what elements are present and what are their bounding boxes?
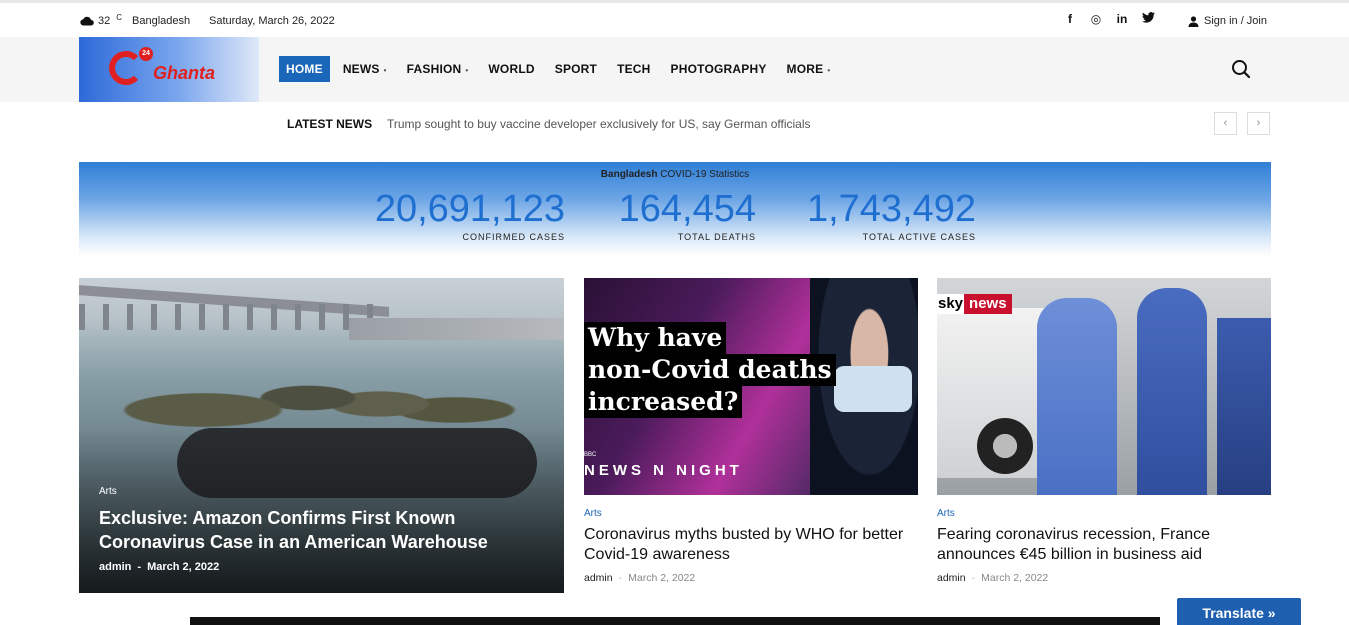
article-author[interactable]: admin xyxy=(584,572,613,584)
nav-item-news[interactable]: NEWS • xyxy=(336,56,394,82)
nav-item-fashion[interactable]: FASHION • xyxy=(400,56,476,82)
instagram-icon[interactable]: ◎ xyxy=(1090,12,1102,26)
stat-confirmed: 20,691,123 CONFIRMED CASES xyxy=(351,188,565,242)
nav-item-label: FASHION xyxy=(406,62,462,76)
dropdown-indicator-icon: • xyxy=(827,66,831,75)
nav-item-home[interactable]: HOME xyxy=(279,56,330,82)
article-date: March 2, 2022 xyxy=(981,572,1049,584)
article-author[interactable]: admin xyxy=(99,561,131,573)
search-icon xyxy=(1232,60,1251,79)
stat-label: TOTAL ACTIVE CASES xyxy=(862,232,976,242)
article-meta: admin - March 2, 2022 xyxy=(937,572,1049,584)
next-section-strip xyxy=(190,617,1160,625)
dropdown-indicator-icon: • xyxy=(383,66,387,75)
stat-deaths: 164,454 TOTAL DEATHS xyxy=(599,188,756,242)
dropdown-indicator-icon: • xyxy=(465,66,469,75)
photo-bridge-pillars xyxy=(79,304,379,330)
nav-item-label: TECH xyxy=(617,62,651,76)
covid-title-suffix: COVID-19 Statistics xyxy=(660,169,750,180)
nav-item-sport[interactable]: SPORT xyxy=(548,56,604,82)
news-ticker: LATEST NEWS Trump sought to buy vaccine … xyxy=(0,102,1349,146)
facebook-icon[interactable]: f xyxy=(1064,12,1076,26)
article-headline[interactable]: Fearing coronavirus recession, France an… xyxy=(937,525,1257,565)
caption-line: Why have xyxy=(584,322,727,354)
top-bar: 32 C Bangladesh Saturday, March 26, 2022 … xyxy=(0,0,1349,37)
news-logo-part: news xyxy=(964,294,1012,314)
weather-widget: 32 C Bangladesh xyxy=(80,12,191,27)
article-category[interactable]: Arts xyxy=(99,486,117,497)
weather-temp: 32 xyxy=(98,15,111,27)
thumbnail-caption: Why have non-Covid deaths increased? xyxy=(584,322,836,418)
article-category[interactable]: Arts xyxy=(937,508,955,519)
weather-unit: C xyxy=(116,12,123,22)
search-button[interactable] xyxy=(1231,59,1253,81)
nav-item-label: MORE xyxy=(786,62,824,76)
nav-item-world[interactable]: WORLD xyxy=(481,56,541,82)
stat-label: CONFIRMED CASES xyxy=(462,232,565,242)
logo-brand: Ghanta xyxy=(153,63,216,83)
ticker-prev-button[interactable]: ‹ xyxy=(1214,112,1237,135)
sign-in-link[interactable]: Sign in / Join xyxy=(1188,15,1267,27)
sign-in-label: Sign in / Join xyxy=(1204,15,1267,27)
weather-location: Bangladesh xyxy=(132,15,191,27)
article-headline[interactable]: Coronavirus myths busted by WHO for bett… xyxy=(584,525,904,565)
stat-label: TOTAL DEATHS xyxy=(677,232,756,242)
linkedin-icon[interactable]: in xyxy=(1116,12,1128,26)
covid-title: Bangladesh COVID-19 Statistics xyxy=(79,169,1271,180)
caption-line: non-Covid deaths xyxy=(584,354,836,386)
article-date: March 2, 2022 xyxy=(147,561,220,573)
stat-value: 1,743,492 xyxy=(806,188,976,230)
featured-article[interactable]: Arts Exclusive: Amazon Confirms First Kn… xyxy=(79,278,564,593)
caption-line: increased? xyxy=(584,386,743,418)
thumbnail-person xyxy=(1137,288,1207,495)
article-card[interactable]: Why have non-Covid deaths increased? BBC… xyxy=(584,278,918,588)
nav-item-photography[interactable]: PHOTOGRAPHY xyxy=(664,56,774,82)
thumbnail-mask xyxy=(834,366,912,412)
article-meta: admin - March 2, 2022 xyxy=(584,572,696,584)
stat-active: 1,743,492 TOTAL ACTIVE CASES xyxy=(779,188,976,242)
social-links: f ◎ in xyxy=(1064,12,1155,26)
nav-item-label: PHOTOGRAPHY xyxy=(670,62,767,76)
site-logo[interactable]: 24 Ghanta xyxy=(79,37,259,102)
thumbnail-brand: NEWS N NIGHT xyxy=(584,462,743,479)
thumbnail-bbc-logo: BBC xyxy=(584,452,597,458)
nav-item-label: HOME xyxy=(286,62,323,76)
article-category[interactable]: Arts xyxy=(584,508,602,519)
logo-badge: 24 xyxy=(139,47,153,61)
ticker-headline[interactable]: Trump sought to buy vaccine developer ex… xyxy=(387,117,811,131)
nav-item-tech[interactable]: TECH xyxy=(610,56,657,82)
nav-item-label: SPORT xyxy=(554,62,598,76)
article-headline[interactable]: Exclusive: Amazon Confirms First Known C… xyxy=(99,506,539,554)
nav-item-more[interactable]: MORE • xyxy=(780,56,838,82)
site-header: 24 Ghanta HOME NEWS • FASHION • WORLD SPORT TEC… xyxy=(0,37,1349,102)
thumbnail-wheel xyxy=(977,418,1033,474)
sky-logo-part: sky xyxy=(937,294,965,314)
covid-stats-banner: Bangladesh COVID-19 Statistics 20,691,12… xyxy=(79,162,1271,256)
current-date: Saturday, March 26, 2022 xyxy=(209,15,335,27)
thumbnail-person xyxy=(1037,298,1117,495)
photo-shore xyxy=(349,318,564,340)
article-author[interactable]: admin xyxy=(937,572,966,584)
user-icon xyxy=(1188,15,1199,27)
article-meta: admin - March 2, 2022 xyxy=(99,561,220,573)
stat-value: 20,691,123 xyxy=(374,188,565,230)
stat-value: 164,454 xyxy=(618,188,756,230)
ticker-label: LATEST NEWS xyxy=(287,117,373,131)
covid-country: Bangladesh xyxy=(600,169,658,180)
thumbnail-person xyxy=(1217,318,1271,495)
article-thumbnail[interactable]: Why have non-Covid deaths increased? BBC… xyxy=(584,278,918,495)
article-thumbnail[interactable]: sky news xyxy=(937,278,1271,495)
twitter-icon[interactable] xyxy=(1142,12,1155,26)
logo-e-mark xyxy=(109,51,143,85)
article-date: March 2, 2022 xyxy=(628,572,696,584)
translate-button[interactable]: Translate » xyxy=(1177,598,1301,625)
ticker-next-button[interactable]: › xyxy=(1247,112,1270,135)
cloud-icon xyxy=(80,16,94,26)
thumbnail-sky-news-logo: sky news xyxy=(937,294,1012,314)
nav-item-label: WORLD xyxy=(488,62,535,76)
main-nav: HOME NEWS • FASHION • WORLD SPORT TECH PHOTOGRAP… xyxy=(279,56,843,82)
nav-item-label: NEWS xyxy=(342,62,380,76)
article-card[interactable]: sky news Arts Fearing coronavirus recessi… xyxy=(937,278,1271,588)
